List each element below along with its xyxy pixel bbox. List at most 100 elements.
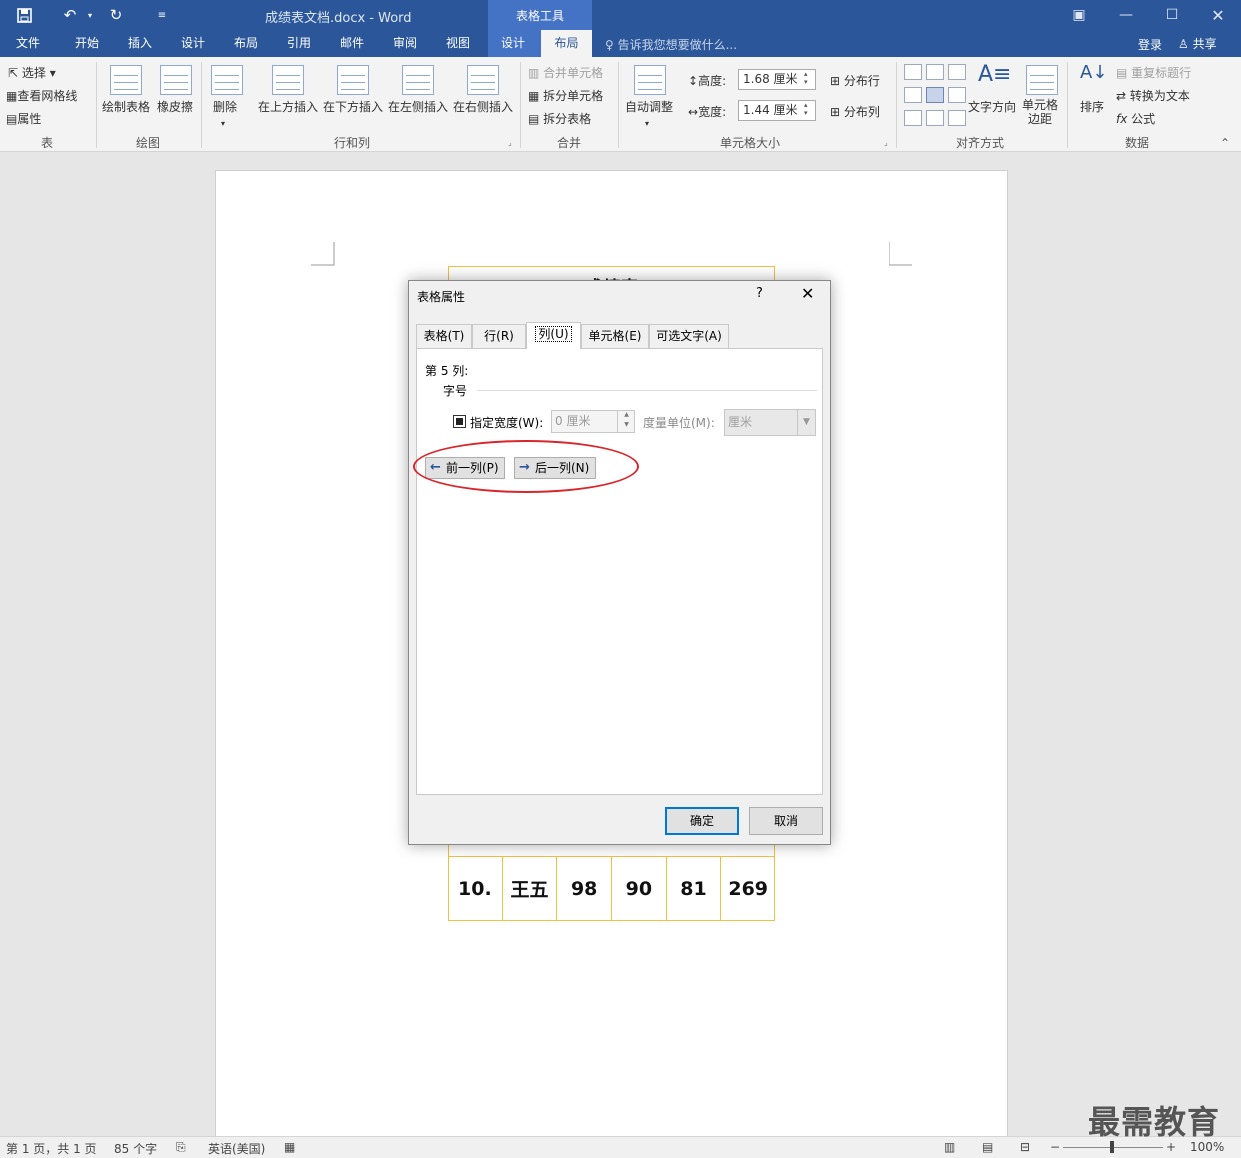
cell-score-2[interactable]: 90 [612, 857, 667, 920]
merge-cells-button[interactable]: ▥ 合并单元格 [528, 64, 603, 81]
align-bottom-right-icon[interactable] [948, 110, 966, 126]
group-label-table: 表 [40, 136, 53, 150]
tab-view[interactable]: 视图 [434, 30, 482, 57]
width-spinner[interactable]: ▴ ▾ [804, 101, 808, 117]
align-bottom-left-icon[interactable] [904, 110, 922, 126]
undo-dropdown-icon[interactable]: ▾ [78, 4, 102, 26]
insert-right-icon [467, 65, 499, 95]
split-table-icon: ▤ [528, 112, 544, 126]
maximize-icon[interactable]: ☐ [1160, 4, 1184, 26]
insert-left-button[interactable]: 在左侧插入 [388, 98, 448, 115]
language-indicator[interactable]: 英语(美国) [208, 1140, 265, 1157]
word-count[interactable]: 85 个字 [114, 1140, 157, 1157]
cell-size-launcher-icon[interactable]: ⌟ [884, 138, 888, 147]
align-bottom-center-icon[interactable] [926, 110, 944, 126]
width-label: ↔宽度: [688, 105, 727, 119]
insert-right-button[interactable]: 在右侧插入 [453, 98, 513, 115]
page-count[interactable]: 第 1 页，共 1 页 [6, 1140, 97, 1157]
cell-name[interactable]: 王五 [503, 857, 558, 920]
tab-mailings[interactable]: 邮件 [328, 30, 376, 57]
height-spinner[interactable]: ▴ ▾ [804, 70, 808, 86]
read-mode-icon[interactable]: ▥ [944, 1140, 955, 1154]
insert-above-button[interactable]: 在上方插入 [258, 98, 318, 115]
save-icon[interactable] [12, 4, 36, 26]
cell-index[interactable]: 10. [448, 857, 503, 920]
distribute-rows-button[interactable]: ⊞ 分布行 [830, 72, 880, 89]
align-middle-left-icon[interactable] [904, 87, 922, 103]
proofing-icon[interactable]: ⎘ [176, 1140, 186, 1155]
cancel-button[interactable]: 取消 [749, 807, 823, 835]
close-icon[interactable]: ✕ [801, 284, 814, 303]
tab-row[interactable]: 行(R) [472, 324, 526, 348]
group-separator [520, 62, 521, 148]
tab-table[interactable]: 表格(T) [416, 324, 472, 348]
tab-layout[interactable]: 布局 [222, 30, 270, 57]
redo-icon[interactable]: ↻ [104, 4, 128, 26]
convert-icon: ⇄ [1116, 89, 1130, 103]
eraser-button[interactable]: 橡皮擦 [157, 98, 193, 115]
split-cells-button[interactable]: ▦ 拆分单元格 [528, 87, 603, 104]
specify-width-label: 指定宽度(W): [470, 416, 544, 430]
tell-me-input[interactable]: ♀ 告诉我您想要做什么... [605, 36, 737, 53]
web-layout-icon[interactable]: ⊟ [1020, 1140, 1030, 1154]
macro-icon[interactable]: ▦ [284, 1140, 295, 1154]
annotation-ellipse [413, 440, 639, 493]
properties-button[interactable]: ▤属性 [6, 110, 41, 127]
column-width-spinner[interactable]: ▲ ▼ [617, 410, 635, 433]
delete-button[interactable]: 删除 ▾ [213, 98, 237, 129]
measure-unit-select[interactable]: 厘米 ▼ [724, 409, 816, 436]
insert-below-button[interactable]: 在下方插入 [323, 98, 383, 115]
tab-design[interactable]: 设计 [169, 30, 217, 57]
tab-alt-text[interactable]: 可选文字(A) [649, 324, 729, 348]
cell-score-3[interactable]: 81 [667, 857, 722, 920]
align-middle-right-icon[interactable] [948, 87, 966, 103]
distribute-rows-icon: ⊞ [830, 74, 844, 88]
split-table-button[interactable]: ▤ 拆分表格 [528, 110, 591, 127]
align-top-center-icon[interactable] [926, 64, 944, 80]
lightbulb-icon: ♀ [605, 38, 618, 52]
login-link[interactable]: 登录 [1138, 36, 1162, 53]
align-top-left-icon[interactable] [904, 64, 922, 80]
tab-cell[interactable]: 单元格(E) [581, 324, 649, 348]
autofit-button[interactable]: 自动调整 ▾ [625, 98, 673, 129]
chevron-down-icon: ▼ [797, 410, 815, 435]
tab-home[interactable]: 开始 [62, 30, 112, 57]
align-middle-center-icon[interactable] [926, 87, 944, 103]
minimize-icon[interactable]: — [1114, 4, 1138, 26]
formula-button[interactable]: fx 公式 [1116, 110, 1155, 127]
specify-width-checkbox[interactable] [453, 415, 466, 428]
text-direction-button[interactable]: 文字方向 [968, 98, 1016, 115]
tab-review[interactable]: 审阅 [381, 30, 429, 57]
convert-to-text-button[interactable]: ⇄ 转换为文本 [1116, 87, 1190, 104]
group-label-draw: 绘图 [135, 136, 160, 150]
zoom-out-icon[interactable]: − [1050, 1140, 1060, 1154]
tab-file[interactable]: 文件 [6, 30, 50, 57]
distribute-cols-button[interactable]: ⊞ 分布列 [830, 103, 880, 120]
customize-icon[interactable]: ≡ [150, 4, 174, 26]
share-button[interactable]: ♙ 共享 [1178, 35, 1217, 52]
cell-margins-button[interactable]: 单元格 边距 [1022, 98, 1058, 126]
insert-below-icon [337, 65, 369, 95]
repeat-header-button[interactable]: ▤ 重复标题行 [1116, 64, 1191, 81]
rows-cols-launcher-icon[interactable]: ⌟ [508, 138, 512, 147]
ok-button[interactable]: 确定 [665, 807, 739, 835]
distribute-cols-icon: ⊞ [830, 105, 844, 119]
cell-total[interactable]: 269 [721, 857, 775, 920]
tab-references[interactable]: 引用 [275, 30, 323, 57]
draw-table-button[interactable]: 绘制表格 [102, 98, 150, 115]
ribbon-display-icon[interactable]: ▣ [1067, 4, 1091, 26]
tab-insert[interactable]: 插入 [116, 30, 164, 57]
tab-table-layout[interactable]: 布局 [541, 30, 592, 57]
print-layout-icon[interactable]: ▤ [982, 1140, 993, 1154]
tab-table-design[interactable]: 设计 [489, 30, 537, 57]
help-icon[interactable]: ? [756, 286, 763, 301]
tab-column[interactable]: 列(U) [526, 322, 581, 349]
view-gridlines-button[interactable]: ▦查看网格线 [6, 87, 77, 104]
sort-button[interactable]: 排序 [1080, 98, 1104, 115]
close-window-icon[interactable]: ✕ [1206, 4, 1230, 26]
cell-score-1[interactable]: 98 [557, 857, 613, 920]
select-button[interactable]: ⇱ 选择 ▾ [8, 64, 56, 81]
collapse-ribbon-icon[interactable]: ⌃ [1220, 136, 1230, 150]
column-panel: 第 5 列: 字号 指定宽度(W): 0 厘米 ▲ ▼ 度量单位(M): 厘米 ▼… [416, 348, 823, 795]
align-top-right-icon[interactable] [948, 64, 966, 80]
